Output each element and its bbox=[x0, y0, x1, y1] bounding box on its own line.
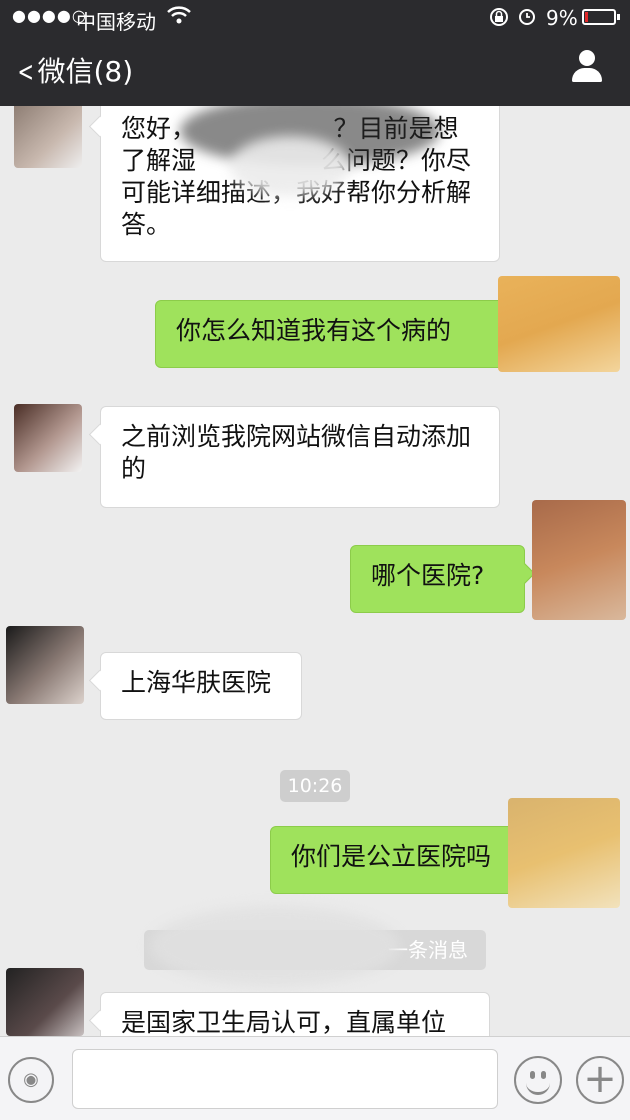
alarm-icon bbox=[516, 5, 538, 32]
carrier-name: 中国移动 bbox=[76, 10, 156, 34]
battery-icon bbox=[582, 9, 620, 25]
avatar[interactable] bbox=[14, 404, 82, 472]
wifi-icon bbox=[166, 4, 192, 31]
censor-scribble bbox=[150, 906, 400, 986]
message-bubble-outgoing[interactable]: 你怎么知道我有这个病的 bbox=[155, 300, 505, 368]
message-input[interactable] bbox=[72, 1049, 498, 1109]
avatar[interactable] bbox=[532, 500, 626, 620]
message-bubble-outgoing[interactable]: 你们是公立医院吗 bbox=[270, 826, 515, 894]
avatar[interactable] bbox=[14, 106, 82, 168]
back-label: 微信(8) bbox=[37, 55, 134, 88]
avatar[interactable] bbox=[498, 276, 620, 372]
emoji-mouth bbox=[526, 1080, 550, 1095]
censor-scribble bbox=[230, 136, 350, 196]
message-bubble-incoming[interactable]: 上海华肤医院 bbox=[100, 652, 302, 720]
message-timestamp: 10:26 bbox=[280, 770, 350, 802]
emoji-eye bbox=[541, 1071, 546, 1079]
plus-icon[interactable]: + bbox=[576, 1056, 624, 1104]
battery-percent: 9% bbox=[546, 6, 578, 30]
chat-area[interactable]: 您好， ？目前是想了解湿 么问题？你尽可能详细描述，我好帮你分析解答。 你怎么知… bbox=[0, 106, 630, 1036]
status-bar: ●●●●○ 中国移动 9% bbox=[0, 0, 630, 36]
battery-fill bbox=[585, 12, 588, 22]
voice-icon[interactable]: ◉ bbox=[8, 1057, 54, 1103]
message-bubble-outgoing[interactable]: 哪个医院? bbox=[350, 545, 525, 613]
message-text: 你怎么知道我有这个病的 bbox=[176, 316, 452, 345]
message-text: 上海华肤医院 bbox=[121, 668, 272, 697]
avatar[interactable] bbox=[508, 798, 620, 908]
message-text: 哪个医院? bbox=[371, 561, 485, 590]
message-text: 是国家卫生局认可，直属单位 bbox=[121, 1008, 447, 1036]
lock-rotation-icon bbox=[488, 6, 510, 33]
message-text: 之前浏览我院网站微信自动添加的 bbox=[121, 422, 472, 483]
profile-head bbox=[579, 50, 595, 66]
chevron-left-icon: < bbox=[17, 55, 34, 88]
nav-bar: < 微信(8) bbox=[0, 36, 630, 106]
emoji-icon[interactable] bbox=[514, 1056, 562, 1104]
input-bar: ◉ + bbox=[0, 1036, 630, 1120]
profile-icon[interactable] bbox=[570, 50, 604, 84]
message-bubble-incoming[interactable]: 是国家卫生局认可，直属单位 bbox=[100, 992, 490, 1036]
emoji-eye bbox=[530, 1071, 535, 1079]
message-text: 你们是公立医院吗 bbox=[291, 842, 492, 871]
avatar[interactable] bbox=[6, 968, 84, 1036]
avatar[interactable] bbox=[6, 626, 84, 704]
back-button[interactable]: < 微信(8) bbox=[14, 50, 134, 90]
message-bubble-incoming[interactable]: 之前浏览我院网站微信自动添加的 bbox=[100, 406, 500, 508]
battery-nub bbox=[617, 14, 620, 20]
profile-body bbox=[572, 68, 602, 82]
